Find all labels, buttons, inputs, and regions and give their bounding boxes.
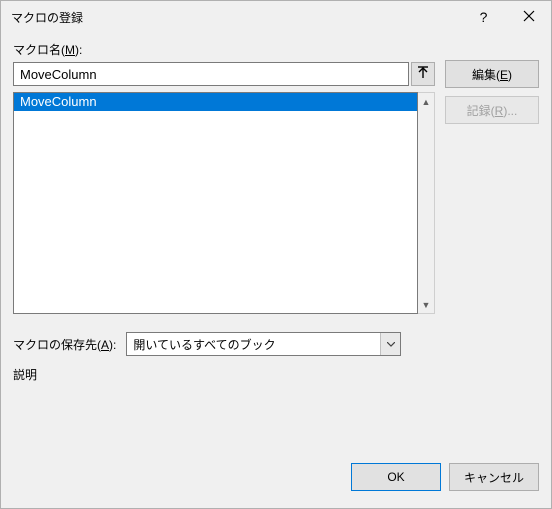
chevron-down-icon (380, 333, 400, 355)
label-text: 編集( (472, 68, 500, 82)
button-label: キャンセル (464, 469, 524, 486)
macro-listbox[interactable]: MoveColumn (13, 92, 418, 314)
storage-combobox[interactable]: 開いているすべてのブック (126, 332, 401, 356)
label-text: 記録( (467, 104, 495, 118)
top-row: マクロ名(M): (13, 41, 539, 387)
collapse-dialog-button[interactable] (411, 62, 435, 86)
cancel-button[interactable]: キャンセル (449, 463, 539, 491)
macro-name-label: マクロ名(M): (13, 41, 435, 58)
ok-button[interactable]: OK (351, 463, 441, 491)
label-accelerator: A (101, 338, 109, 352)
label-accelerator: M (65, 43, 75, 57)
label-text: マクロ名( (13, 43, 65, 57)
dialog-title: マクロの登録 (11, 9, 461, 26)
storage-row: マクロの保存先(A): 開いているすべてのブック (13, 332, 435, 356)
left-column: マクロ名(M): (13, 41, 435, 387)
storage-label: マクロの保存先(A): (13, 336, 116, 353)
label-text: ) (508, 68, 512, 82)
titlebar: マクロの登録 ? (1, 1, 551, 33)
macro-listbox-wrap: MoveColumn ▲ ▼ (13, 92, 435, 314)
scroll-down-icon: ▼ (418, 296, 434, 313)
help-button[interactable]: ? (461, 2, 506, 32)
dialog-footer: OK キャンセル (1, 456, 551, 508)
button-label: 記録(R)... (467, 102, 518, 119)
label-text: マクロの保存先( (13, 338, 101, 352)
collapse-icon (417, 66, 429, 83)
assign-macro-dialog: マクロの登録 ? マクロ名(M): (0, 0, 552, 509)
macro-name-input[interactable] (13, 62, 409, 86)
dialog-content: マクロ名(M): (1, 33, 551, 456)
label-text: )... (503, 104, 517, 118)
label-text: ): (75, 43, 82, 57)
list-item[interactable]: MoveColumn (14, 93, 417, 111)
listbox-scrollbar[interactable]: ▲ ▼ (418, 92, 435, 314)
edit-button[interactable]: 編集(E) (445, 60, 539, 88)
close-button[interactable] (506, 2, 551, 32)
button-label: OK (387, 470, 404, 484)
help-icon: ? (480, 9, 488, 25)
right-column: 編集(E) 記録(R)... (445, 41, 539, 387)
list-item-label: MoveColumn (20, 94, 97, 109)
label-text: ): (109, 338, 116, 352)
storage-selected-text: 開いているすべてのブック (127, 336, 380, 353)
button-label: 編集(E) (472, 66, 512, 83)
label-accelerator: E (500, 68, 508, 82)
scroll-up-icon: ▲ (418, 93, 434, 110)
macro-name-row (13, 62, 435, 86)
description-label: 説明 (13, 366, 435, 383)
close-icon (523, 9, 535, 25)
record-button[interactable]: 記録(R)... (445, 96, 539, 124)
